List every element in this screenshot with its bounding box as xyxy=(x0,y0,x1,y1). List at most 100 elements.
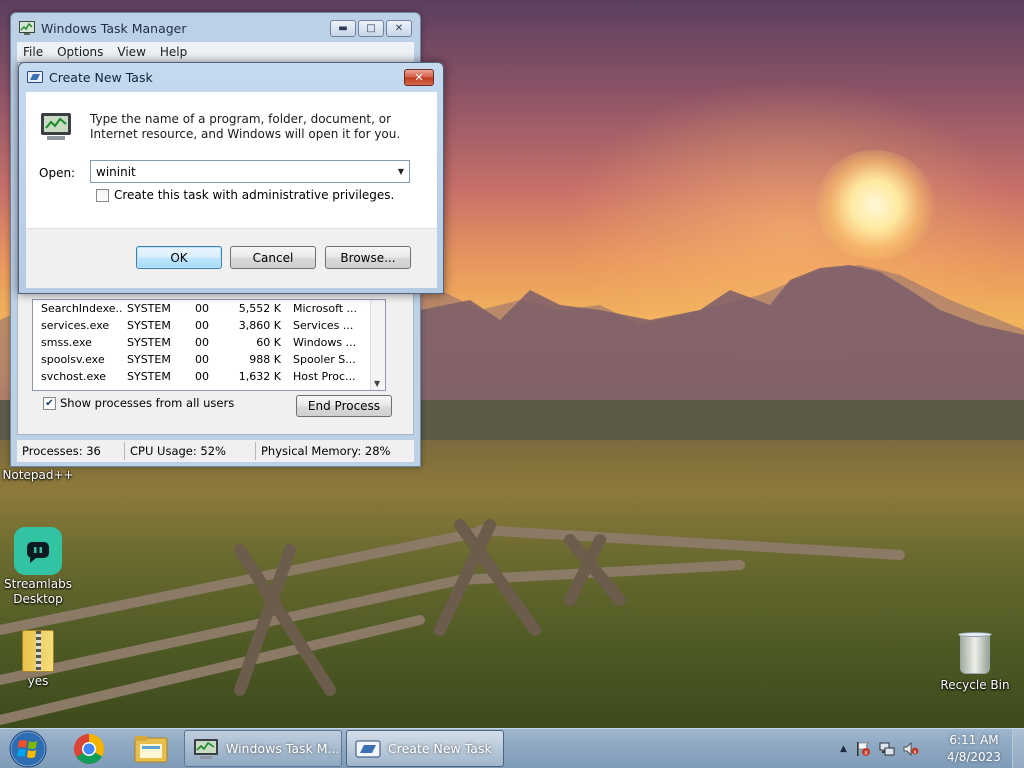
show-all-users-checkbox[interactable]: ✔ xyxy=(43,396,56,410)
task-manager-statusbar: Processes: 36 CPU Usage: 52% Physical Me… xyxy=(17,440,414,462)
status-processes: Processes: 36 xyxy=(17,442,125,460)
desktop-icon-label: yes xyxy=(27,674,49,688)
network-icon[interactable] xyxy=(879,741,895,757)
process-name: services.exe xyxy=(41,319,110,332)
process-name: spoolsv.exe xyxy=(41,353,105,366)
close-icon: ✕ xyxy=(394,22,404,34)
task-manager-menubar: File Options View Help xyxy=(17,42,414,62)
dialog-close-button[interactable]: ✕ xyxy=(404,69,434,86)
close-button[interactable]: ✕ xyxy=(386,19,412,37)
table-row[interactable]: smss.exe SYSTEM 00 60 K Windows ... xyxy=(33,334,385,351)
process-list-scrollbar[interactable]: ▼ xyxy=(370,300,385,390)
desktop-icon-notepad-plus-plus[interactable]: Notepad++ xyxy=(2,466,74,483)
desktop-icon-streamlabs[interactable]: Streamlabs Desktop xyxy=(2,527,74,607)
open-combobox[interactable]: ▼ xyxy=(90,160,410,183)
process-user: SYSTEM xyxy=(127,353,171,366)
taskbar-task-label: Windows Task M... xyxy=(226,741,340,756)
process-list[interactable]: SearchIndexe... SYSTEM 00 5,552 K Micros… xyxy=(32,299,386,391)
process-description: Windows ... xyxy=(293,336,357,349)
process-memory: 60 K xyxy=(256,336,281,349)
process-memory: 3,860 K xyxy=(238,319,281,332)
process-description: Host Proc... xyxy=(293,370,356,383)
menu-options[interactable]: Options xyxy=(51,45,111,59)
dialog-titlebar[interactable]: Create New Task xyxy=(19,63,443,91)
chrome-icon xyxy=(74,734,105,764)
svg-text:x: x xyxy=(864,750,868,757)
task-manager-icon xyxy=(194,738,218,759)
ok-button[interactable]: OK xyxy=(136,246,222,269)
menu-view[interactable]: View xyxy=(111,45,153,59)
show-all-users-option[interactable]: ✔ Show processes from all users xyxy=(43,396,234,410)
admin-privileges-checkbox[interactable] xyxy=(96,188,109,202)
show-hidden-icons-icon[interactable]: ▲ xyxy=(840,744,847,754)
task-manager-titlebar[interactable]: Windows Task Manager ▬ □ ✕ xyxy=(11,13,420,43)
desktop-icon-recycle-bin[interactable]: Recycle Bin xyxy=(938,630,1012,693)
create-new-task-dialog[interactable]: Create New Task ✕ Type the name of a pro… xyxy=(18,62,444,294)
open-input[interactable] xyxy=(91,164,393,179)
clock-date: 4/8/2023 xyxy=(947,750,1001,764)
table-row[interactable]: svchost.exe SYSTEM 00 1,632 K Host Proc.… xyxy=(33,368,385,385)
wooden-fence xyxy=(0,519,905,725)
volume-muted-icon[interactable]: x xyxy=(903,741,919,757)
start-button[interactable] xyxy=(4,730,52,768)
process-cpu: 00 xyxy=(195,319,209,332)
close-icon: ✕ xyxy=(414,71,424,84)
notification-area: ▲ x x xyxy=(840,729,919,768)
action-center-flag-icon[interactable]: x xyxy=(855,741,871,757)
process-name: SearchIndexe... xyxy=(41,302,123,315)
browse-button[interactable]: Browse... xyxy=(325,246,411,269)
taskbar: Windows Task M... Create New Task ▲ x x … xyxy=(0,728,1024,768)
process-cpu: 00 xyxy=(195,370,209,383)
status-physical-memory: Physical Memory: 28% xyxy=(261,444,391,458)
task-manager-title: Windows Task Manager xyxy=(41,20,187,36)
process-user: SYSTEM xyxy=(127,319,171,332)
process-cpu: 00 xyxy=(195,353,209,366)
taskbar-create-new-task[interactable]: Create New Task xyxy=(346,730,504,767)
process-name: svchost.exe xyxy=(41,370,107,383)
minimize-icon: ▬ xyxy=(338,22,348,34)
end-process-button[interactable]: End Process xyxy=(296,395,392,417)
windows-start-icon xyxy=(9,730,47,768)
taskbar-task-label: Create New Task xyxy=(388,741,492,756)
admin-privileges-option[interactable]: Create this task with administrative pri… xyxy=(96,188,394,202)
desktop-icon-yes[interactable]: yes xyxy=(2,630,74,689)
taskbar-task-manager[interactable]: Windows Task M... xyxy=(184,730,342,767)
taskbar-chrome[interactable] xyxy=(62,731,116,767)
table-row[interactable]: services.exe SYSTEM 00 3,860 K Services … xyxy=(33,317,385,334)
run-dialog-icon xyxy=(355,740,381,757)
minimize-button[interactable]: ▬ xyxy=(330,19,356,37)
taskbar-file-explorer[interactable] xyxy=(124,731,178,767)
maximize-button[interactable]: □ xyxy=(358,19,384,37)
table-row[interactable]: SearchIndexe... SYSTEM 00 5,552 K Micros… xyxy=(33,300,385,317)
menu-help[interactable]: Help xyxy=(154,45,195,59)
process-description: Spooler S... xyxy=(293,353,356,366)
file-explorer-icon xyxy=(134,736,168,763)
dialog-description: Type the name of a program, folder, docu… xyxy=(90,112,401,141)
process-name: smss.exe xyxy=(41,336,92,349)
process-memory: 988 K xyxy=(249,353,281,366)
show-all-users-label: Show processes from all users xyxy=(60,396,235,410)
table-row[interactable]: spoolsv.exe SYSTEM 00 988 K Spooler S... xyxy=(33,351,385,368)
desktop-icon-label: Recycle Bin xyxy=(940,678,1010,692)
desktop-icon-label: Streamlabs Desktop xyxy=(4,577,72,606)
maximize-icon: □ xyxy=(366,22,376,34)
recycle-bin-icon xyxy=(958,630,992,676)
desktop-icon-label: Notepad++ xyxy=(2,468,74,482)
open-label: Open: xyxy=(39,166,76,180)
scroll-down-icon[interactable]: ▼ xyxy=(374,379,380,388)
checkmark-icon: ✔ xyxy=(45,397,54,409)
process-memory: 5,552 K xyxy=(238,302,281,315)
dropdown-arrow-icon[interactable]: ▼ xyxy=(393,167,409,176)
process-memory: 1,632 K xyxy=(238,370,281,383)
process-description: Services ... xyxy=(293,319,354,332)
menu-file[interactable]: File xyxy=(17,45,51,59)
process-user: SYSTEM xyxy=(127,302,171,315)
process-user: SYSTEM xyxy=(127,336,171,349)
status-cpu-usage: CPU Usage: 52% xyxy=(125,442,256,460)
run-dialog-icon xyxy=(27,71,43,83)
system-clock[interactable]: 6:11 AM 4/8/2023 xyxy=(944,732,1004,766)
process-cpu: 00 xyxy=(195,302,209,315)
streamlabs-icon xyxy=(14,527,62,575)
show-desktop-button[interactable] xyxy=(1012,729,1024,768)
cancel-button[interactable]: Cancel xyxy=(230,246,316,269)
